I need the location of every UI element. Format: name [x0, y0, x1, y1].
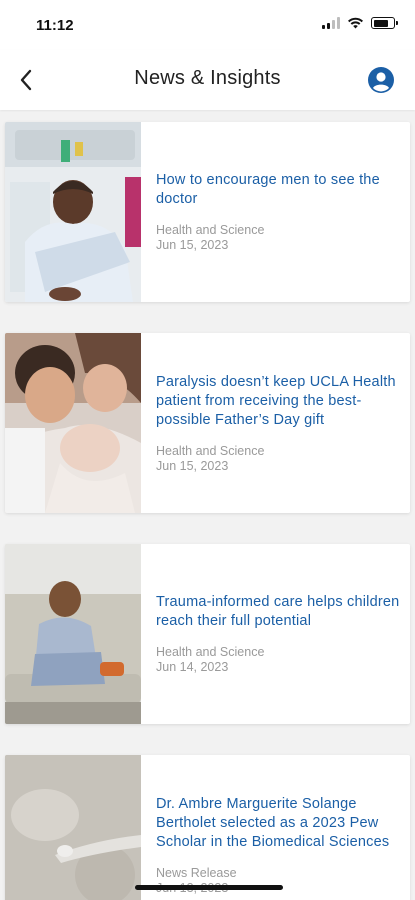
- nav-bar: News & Insights: [0, 50, 415, 110]
- status-icons: [322, 17, 398, 29]
- page-title: News & Insights: [134, 67, 281, 89]
- article-category: Health and Science: [156, 645, 265, 659]
- status-bar: 11:12: [0, 0, 415, 50]
- article-thumbnail: [5, 122, 141, 302]
- profile-button[interactable]: [367, 66, 395, 94]
- article-title[interactable]: Paralysis doesn’t keep UCLA Health patie…: [156, 373, 400, 430]
- article-card[interactable]: Dr. Ambre Marguerite Solange Bertholet s…: [5, 755, 410, 900]
- article-date: Jun 15, 2023: [156, 238, 229, 252]
- article-date: Jun 14, 2023: [156, 660, 229, 674]
- article-date: Jun 15, 2023: [156, 458, 229, 473]
- article-thumbnail: [5, 755, 141, 900]
- article-category: News Release: [156, 865, 237, 880]
- article-card[interactable]: Paralysis doesn’t keep UCLA Health patie…: [5, 333, 410, 513]
- home-indicator[interactable]: [135, 885, 283, 890]
- battery-icon: [371, 17, 398, 29]
- wifi-icon: [348, 17, 363, 29]
- article-card[interactable]: Trauma-informed care helps children reac…: [5, 544, 410, 724]
- article-category: Health and Science: [156, 443, 265, 458]
- article-category: Health and Science: [156, 223, 265, 237]
- article-thumbnail: [5, 333, 141, 513]
- article-title[interactable]: Dr. Ambre Marguerite Solange Bertholet s…: [156, 795, 400, 852]
- cellular-signal-icon: [322, 17, 340, 29]
- news-feed[interactable]: How to encourage men to see the doctor H…: [0, 110, 415, 900]
- status-time: 11:12: [36, 17, 74, 34]
- article-title[interactable]: Trauma-informed care helps children reac…: [156, 593, 400, 631]
- article-title[interactable]: How to encourage men to see the doctor: [156, 171, 400, 209]
- article-thumbnail: [5, 544, 141, 724]
- article-card[interactable]: How to encourage men to see the doctor H…: [5, 122, 410, 302]
- user-account-icon: [368, 67, 394, 93]
